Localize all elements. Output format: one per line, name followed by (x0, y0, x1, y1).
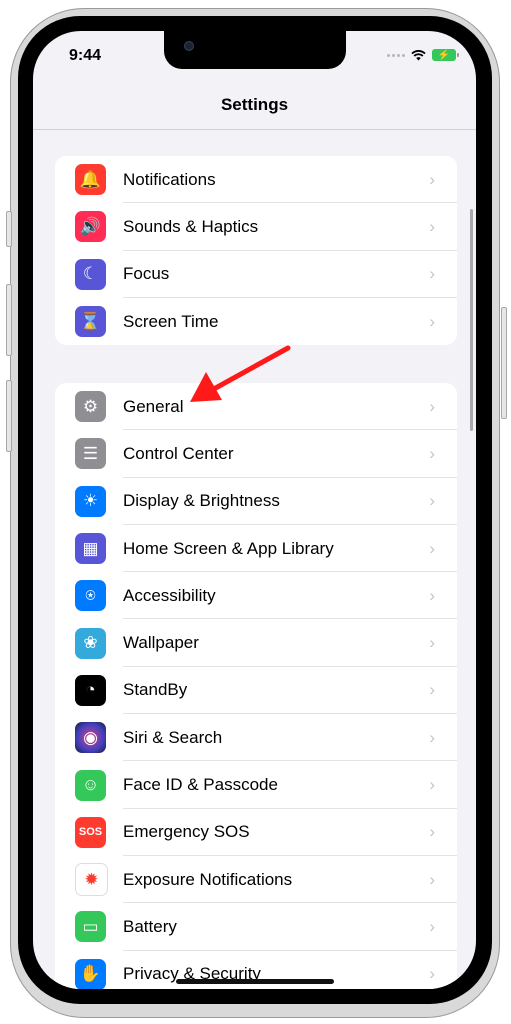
chevron-right-icon: › (429, 443, 435, 463)
settings-row-standby[interactable]: ◔ StandBy › (55, 667, 457, 715)
row-label: Screen Time (123, 311, 219, 331)
exposure-icon: ✹ (75, 863, 108, 897)
row-label: StandBy (123, 680, 188, 700)
toggles-icon: ☰ (75, 438, 106, 470)
settings-row-notifications[interactable]: 🔔 Notifications › (55, 156, 457, 204)
chevron-right-icon: › (429, 585, 435, 605)
row-label: Face ID & Passcode (123, 775, 278, 795)
scrollbar[interactable] (470, 209, 473, 431)
power-button (501, 307, 507, 419)
status-time: 9:44 (69, 47, 102, 64)
red-arrow-annotation (190, 345, 291, 402)
settings-row-siri-search[interactable]: ◉ Siri & Search › (55, 714, 457, 762)
row-label: Display & Brightness (123, 491, 280, 511)
screen: 9:44 ⚡ Settings 🔔 Notifications › 🔊 Sounds &… (33, 31, 476, 989)
settings-row-accessibility[interactable]: ⍟ Accessibility › (55, 572, 457, 620)
chevron-right-icon: › (429, 264, 435, 284)
chevron-right-icon: › (429, 916, 435, 936)
accessibility-icon: ⍟ (75, 580, 106, 612)
settings-row-battery[interactable]: ▭ Battery › (55, 903, 457, 951)
status-icons: ⚡ (387, 49, 459, 61)
settings-row-sounds-haptics[interactable]: 🔊 Sounds & Haptics › (55, 203, 457, 251)
chevron-right-icon: › (429, 964, 435, 984)
flower-icon: ❀ (75, 627, 106, 659)
row-label: Focus (123, 264, 170, 284)
chevron-right-icon: › (429, 491, 435, 511)
settings-group-2: ⚙ General › ☰ Control Center › ☀ Display & Brig… (55, 383, 457, 989)
page-title: Settings (220, 95, 289, 114)
row-label: Emergency SOS (123, 822, 250, 842)
chevron-right-icon: › (429, 633, 435, 653)
chevron-right-icon: › (429, 869, 435, 889)
sun-icon: ☀ (75, 485, 106, 517)
hand-icon: ✋ (75, 958, 106, 989)
chevron-right-icon: › (429, 311, 435, 331)
battery-icon: ▭ (75, 911, 106, 943)
volume-up-button (6, 284, 12, 356)
settings-row-wallpaper[interactable]: ❀ Wallpaper › (55, 619, 457, 667)
bell-icon: 🔔 (75, 164, 106, 196)
siri-icon: ◉ (75, 722, 106, 754)
action-button (6, 211, 12, 247)
chevron-right-icon: › (429, 727, 435, 747)
chevron-right-icon: › (429, 775, 435, 795)
speaker-icon: 🔊 (75, 211, 106, 243)
row-label: Battery (123, 916, 177, 936)
app-grid-icon: ▦ (75, 533, 106, 565)
settings-row-screen-time[interactable]: ⌛ Screen Time › (55, 298, 457, 345)
chevron-right-icon: › (429, 216, 435, 236)
row-label: Accessibility (123, 585, 216, 605)
chevron-right-icon: › (429, 680, 435, 700)
row-label: Siri & Search (123, 727, 223, 747)
home-indicator[interactable] (176, 979, 334, 984)
settings-row-exposure-notifications[interactable]: ✹ Exposure Notifications › (55, 856, 457, 904)
row-label: Wallpaper (123, 633, 199, 653)
settings-row-face-id-passcode[interactable]: ☺ Face ID & Passcode › (55, 761, 457, 809)
gear-icon: ⚙ (75, 391, 106, 423)
sos-icon: SOS (75, 816, 106, 848)
settings-row-emergency-sos[interactable]: SOS Emergency SOS › (55, 809, 457, 856)
settings-row-focus[interactable]: ☾ Focus › (55, 251, 457, 298)
battery-charging-icon: ⚡ (432, 49, 459, 61)
settings-row-control-center[interactable]: ☰ Control Center › (55, 430, 457, 478)
row-label: Home Screen & App Library (123, 538, 334, 558)
chevron-right-icon: › (429, 169, 435, 189)
notch (164, 31, 346, 69)
row-label: Sounds & Haptics (123, 216, 259, 236)
chevron-right-icon: › (429, 538, 435, 558)
standby-icon: ◔ (75, 674, 106, 706)
nav-divider (33, 129, 476, 130)
row-label: Notifications (123, 169, 216, 189)
row-label: Exposure Notifications (123, 869, 293, 889)
chevron-right-icon: › (429, 822, 435, 842)
settings-row-display-brightness[interactable]: ☀ Display & Brightness › (55, 478, 457, 525)
signal-icon (387, 53, 405, 57)
face-id-icon: ☺ (75, 769, 106, 801)
camera-icon (184, 41, 194, 51)
wifi-icon (411, 49, 426, 60)
moon-icon: ☾ (75, 258, 106, 290)
row-label: Control Center (123, 443, 234, 463)
settings-row-home-screen-app-library[interactable]: ▦ Home Screen & App Library › (55, 525, 457, 573)
hourglass-icon: ⌛ (75, 306, 106, 338)
chevron-right-icon: › (429, 396, 435, 416)
settings-group-1: 🔔 Notifications › 🔊 Sounds & Haptics › ☾ Focus ›… (55, 156, 457, 346)
volume-down-button (6, 380, 12, 452)
